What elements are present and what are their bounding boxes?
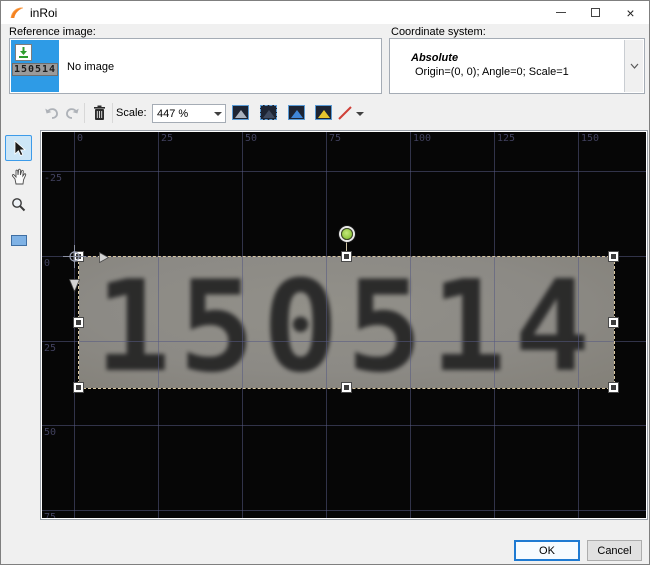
ruler-label-left: 75: [44, 512, 57, 518]
close-button[interactable]: ×: [614, 1, 647, 24]
actual-size-icon: [259, 105, 277, 120]
undo-button[interactable]: [43, 103, 61, 123]
ruler-label-top: 25: [161, 133, 174, 144]
canvas-frame: 150514 0 25 50 75 100 125 150 -25 0 25 50 75: [40, 130, 648, 520]
ruler-label-left: 25: [44, 342, 57, 354]
origin-crosshair-icon: [63, 245, 86, 268]
reference-image-thumbnail[interactable]: 150514: [11, 40, 59, 92]
ruler-label-left: 0: [44, 258, 51, 269]
select-tool-button[interactable]: [5, 135, 32, 161]
scale-label: Scale:: [116, 107, 147, 119]
close-icon: ×: [626, 4, 635, 21]
load-image-icon: [15, 44, 32, 61]
roi-handle-bottom-left[interactable]: [73, 382, 84, 393]
toolbar-separator: [112, 103, 113, 123]
coordinate-system-select[interactable]: Absolute Origin=(0, 0); Angle=0; Scale=1: [389, 38, 645, 94]
chevron-down-icon: [630, 63, 638, 69]
diagonal-line-icon: [338, 106, 352, 120]
rotation-handle[interactable]: [341, 228, 353, 240]
rectangle-icon: [10, 234, 27, 246]
zoom-selection-icon: [314, 105, 332, 120]
roi-handle-middle-right[interactable]: [608, 317, 619, 328]
y-axis-arrow-icon: [69, 279, 80, 292]
scale-value: 447 %: [157, 108, 189, 120]
maximize-button[interactable]: [579, 1, 612, 24]
grid-line-horizontal: [42, 510, 646, 512]
window-title: inRoi: [30, 6, 58, 20]
line-color-button[interactable]: [336, 103, 354, 123]
trash-icon: [93, 105, 105, 120]
ruler-label-top: 125: [497, 133, 516, 144]
pan-tool-button[interactable]: [5, 163, 32, 189]
ruler-label-left: 50: [44, 427, 57, 439]
zoom-selection-button[interactable]: [312, 102, 334, 123]
inroi-dialog: inRoi × Reference image: 150514 No image…: [0, 0, 650, 565]
canvas-toolbar: Scale: 447 %: [39, 99, 649, 127]
hand-icon: [11, 168, 26, 184]
ruler-label-top: 100: [413, 133, 432, 144]
roi-selection-border: [78, 256, 615, 389]
actual-size-button[interactable]: [257, 102, 279, 123]
ok-button[interactable]: OK: [514, 540, 580, 561]
ruler-label-top: 0: [77, 133, 84, 144]
fit-image-icon: [231, 105, 249, 120]
rectangle-tool-button[interactable]: [5, 227, 32, 253]
coordinate-system-dropdown-button[interactable]: [624, 40, 643, 92]
coordinate-system-name: Absolute: [411, 52, 459, 64]
minimize-button[interactable]: [544, 1, 577, 24]
roi-handle-bottom-right[interactable]: [608, 382, 619, 393]
cancel-button-label: Cancel: [597, 544, 632, 557]
reference-image-panel[interactable]: 150514 No image: [9, 38, 382, 94]
undo-icon: [44, 107, 58, 119]
magnifier-icon: [12, 197, 26, 211]
roi-handle-top-right[interactable]: [608, 251, 619, 262]
zoom-tool-button[interactable]: [5, 191, 32, 217]
reference-image-status: No image: [67, 61, 115, 73]
ruler-label-top: 150: [581, 133, 600, 144]
title-bar: inRoi ×: [1, 1, 649, 24]
fit-image-button[interactable]: [229, 102, 251, 123]
roi-handle-middle-left[interactable]: [73, 317, 84, 328]
redo-button[interactable]: [62, 103, 80, 123]
toolbar-separator: [84, 103, 85, 123]
zoom-in-region-button[interactable]: [285, 102, 307, 123]
coordinate-system-details: Origin=(0, 0); Angle=0; Scale=1: [415, 66, 569, 78]
redo-icon: [65, 107, 79, 119]
ok-button-label: OK: [539, 544, 555, 557]
reference-image-label: Reference image:: [9, 26, 96, 38]
line-color-dropdown-button[interactable]: [354, 109, 366, 119]
scale-combobox[interactable]: 447 %: [152, 104, 226, 123]
maximize-icon: [591, 8, 600, 17]
grid-line-horizontal: [42, 425, 646, 427]
scale-dropdown-icon: [214, 112, 222, 116]
grid-line-horizontal: [42, 171, 646, 173]
ruler-label-top: 75: [329, 133, 342, 144]
roi-canvas[interactable]: 150514 0 25 50 75 100 125 150 -25 0 25 50 75: [42, 132, 646, 518]
ruler-label-top: 50: [245, 133, 258, 144]
thumbnail-image: 150514: [12, 63, 58, 76]
delete-roi-button[interactable]: [89, 102, 109, 124]
ruler-label-left: -25: [44, 173, 63, 185]
cancel-button[interactable]: Cancel: [587, 540, 642, 561]
zoom-in-region-icon: [287, 105, 305, 120]
roi-handle-bottom-center[interactable]: [341, 382, 352, 393]
coordinate-system-label: Coordinate system:: [391, 26, 486, 38]
x-axis-arrow-icon: [99, 252, 109, 263]
minimize-icon: [555, 12, 566, 13]
cursor-arrow-icon: [14, 139, 26, 156]
app-icon: [10, 7, 24, 19]
dropdown-caret-icon: [356, 112, 364, 116]
roi-handle-top-center[interactable]: [341, 251, 352, 262]
